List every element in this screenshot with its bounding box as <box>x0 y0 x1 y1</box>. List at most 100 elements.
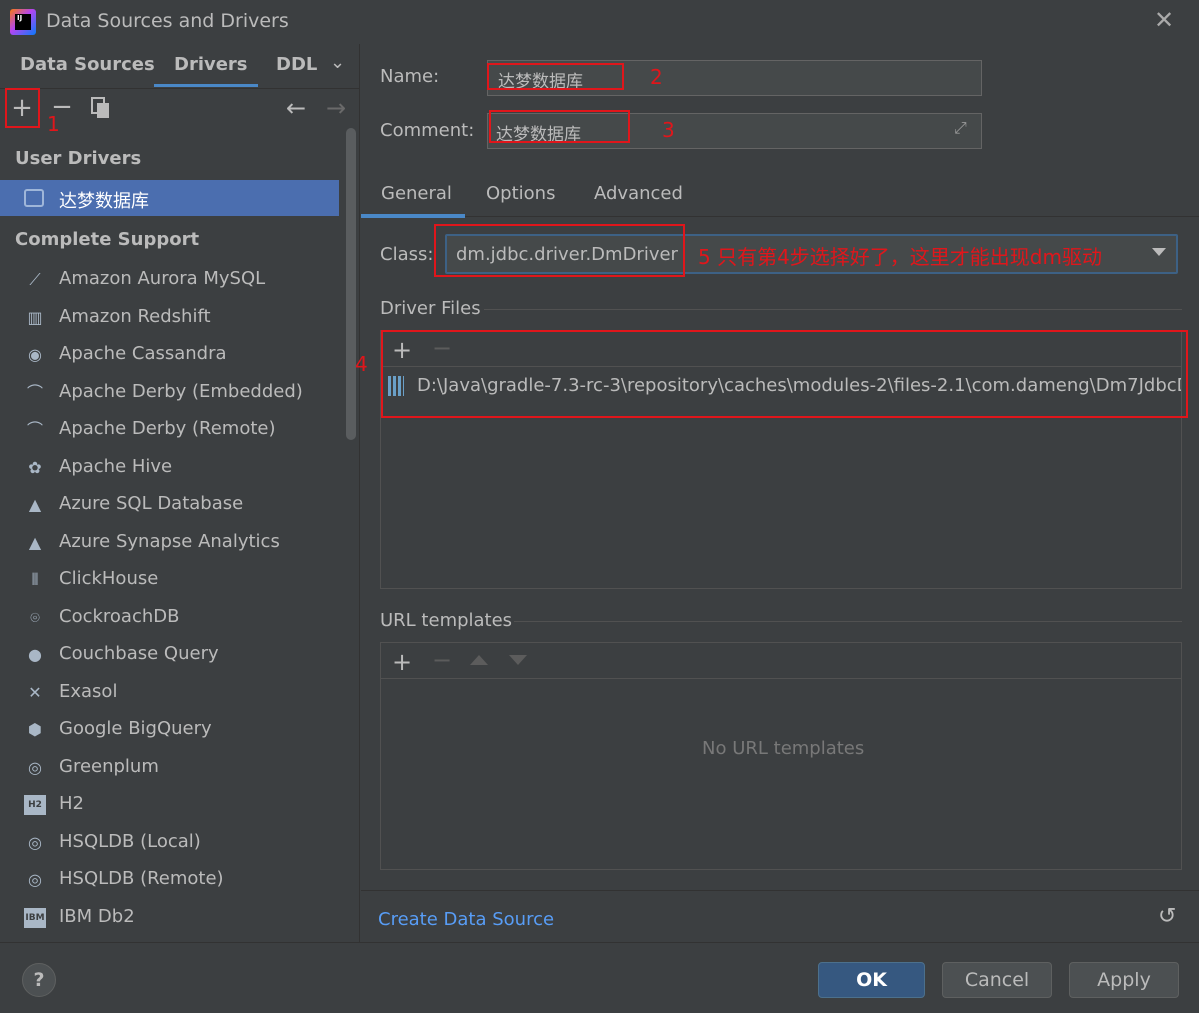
driver-item-label: Couchbase Query <box>59 643 219 664</box>
left-panel: Data Sources Drivers DDL ⌄ + 1 − ← → Use… <box>0 44 360 942</box>
tab-data-sources[interactable]: Data Sources <box>20 54 155 86</box>
driver-item[interactable]: IBM IBM Db2 <box>0 900 340 936</box>
greenplum-icon: ◎ <box>28 757 42 777</box>
annotation-5: 5 只有第4步选择好了，这里才能出现dm驱动 <box>698 245 1102 269</box>
driver-item-label: Amazon Redshift <box>59 305 211 327</box>
cassandra-icon: ◉ <box>28 345 42 364</box>
chevron-down-icon[interactable]: ⌄ <box>330 52 345 73</box>
window-title: Data Sources and Drivers <box>46 10 289 32</box>
annotation-box-3 <box>489 110 630 143</box>
back-arrow-icon[interactable]: ← <box>286 94 306 122</box>
driver-item-label: Google BigQuery <box>59 718 212 739</box>
cancel-button[interactable]: Cancel <box>942 962 1052 998</box>
move-up-icon[interactable] <box>470 655 488 665</box>
tab-drivers[interactable]: Drivers <box>174 54 248 86</box>
ok-button[interactable]: OK <box>818 962 925 998</box>
move-down-icon[interactable] <box>509 655 527 665</box>
driver-item-label: 达梦数据库 <box>59 191 149 212</box>
url-templates-title: URL templates <box>380 610 513 631</box>
derby-icon: ⌒ <box>26 382 43 402</box>
divider <box>0 88 360 89</box>
database-icon <box>24 189 44 207</box>
hive-icon: ✿ <box>28 457 42 477</box>
driver-item-label: Apache Hive <box>59 455 173 477</box>
name-label: Name: <box>380 66 440 87</box>
hsqldb-icon: ◎ <box>28 832 42 852</box>
annotation-2: 2 <box>650 65 663 89</box>
driver-item[interactable]: ✿ Apache Hive <box>0 450 340 486</box>
driver-item[interactable]: ◉ Apache Cassandra <box>0 337 340 373</box>
remove-driver-button[interactable]: − <box>50 94 74 122</box>
expand-icon[interactable]: ⤢ <box>954 118 967 138</box>
driver-item[interactable]: ▲ Azure Synapse Analytics <box>0 525 340 561</box>
driver-item[interactable]: ◎ Greenplum <box>0 750 340 786</box>
chevron-down-icon[interactable] <box>1152 248 1166 256</box>
tab-general[interactable]: General <box>381 183 452 204</box>
group-divider <box>484 309 1182 310</box>
intellij-logo-icon: IJ <box>10 9 36 35</box>
remove-url-button[interactable]: − <box>432 646 452 674</box>
driver-item[interactable]: ▥ Amazon Redshift <box>0 300 340 336</box>
driver-item-label: CockroachDB <box>59 605 180 627</box>
driver-item-label: Exasol <box>59 680 118 702</box>
driver-files-title: Driver Files <box>380 298 481 319</box>
class-label: Class: <box>380 244 434 265</box>
close-icon[interactable]: ✕ <box>1152 8 1176 32</box>
driver-item[interactable]: ✕ Exasol <box>0 675 340 711</box>
driver-item[interactable]: ⌒ Apache Derby (Remote) <box>0 412 340 448</box>
driver-item[interactable]: ⬢ Google BigQuery <box>0 712 340 748</box>
bigquery-icon: ⬢ <box>28 720 42 739</box>
driver-item[interactable]: H2 H2 <box>0 787 340 823</box>
driver-item-label: H2 <box>59 793 84 814</box>
driver-item-label: Greenplum <box>59 755 159 777</box>
toolbar-divider <box>381 678 1181 679</box>
driver-item[interactable]: ◎ HSQLDB (Local) <box>0 825 340 861</box>
duplicate-icon[interactable] <box>90 96 112 120</box>
tab-options[interactable]: Options <box>486 183 555 204</box>
driver-item-label: Azure SQL Database <box>59 493 244 514</box>
section-complete-support: Complete Support <box>15 229 200 250</box>
tab-advanced[interactable]: Advanced <box>594 183 683 204</box>
azure-icon: ▲ <box>28 532 42 552</box>
help-button[interactable]: ? <box>22 963 56 997</box>
aurora-icon: ⟋ <box>29 270 41 289</box>
annotation-box-4 <box>381 330 1188 418</box>
tab-active-indicator <box>361 214 465 218</box>
annotation-box-class <box>434 224 685 277</box>
driver-item[interactable]: ◎ HSQLDB (Remote) <box>0 862 340 898</box>
annotation-3: 3 <box>662 118 675 142</box>
forward-arrow-icon[interactable]: → <box>326 94 346 122</box>
driver-item-label: HSQLDB (Remote) <box>59 868 224 889</box>
driver-item-label: Apache Derby (Embedded) <box>59 380 303 402</box>
driver-item-label: Apache Cassandra <box>59 343 227 364</box>
azure-icon: ▲ <box>28 495 42 514</box>
annotation-box-1 <box>5 88 40 128</box>
driver-item-label: Apache Derby (Remote) <box>59 418 276 439</box>
exasol-icon: ✕ <box>28 682 42 702</box>
scrollbar[interactable] <box>346 128 356 440</box>
create-data-source-link[interactable]: Create Data Source <box>378 909 554 930</box>
comment-label: Comment: <box>380 120 475 141</box>
add-url-button[interactable]: + <box>392 648 412 676</box>
annotation-4: 4 <box>355 352 368 376</box>
h2-icon: H2 <box>24 795 46 815</box>
tabs-divider <box>361 216 1199 217</box>
cockroach-icon: ⌾ <box>30 607 40 627</box>
driver-item[interactable]: ⦀ ClickHouse <box>0 562 340 598</box>
group-divider <box>514 621 1182 622</box>
tab-ddl[interactable]: DDL <box>276 54 317 86</box>
driver-item[interactable]: ⟋ Amazon Aurora MySQL <box>0 262 340 298</box>
driver-item-selected[interactable] <box>0 180 339 216</box>
apply-button[interactable]: Apply <box>1069 962 1179 998</box>
db2-icon: IBM <box>24 907 46 928</box>
revert-icon[interactable]: ↺ <box>1158 904 1176 929</box>
couchbase-icon: ● <box>28 645 42 664</box>
empty-state-text: No URL templates <box>702 738 865 759</box>
driver-item[interactable]: ● Couchbase Query <box>0 637 340 673</box>
driver-item[interactable]: ⌒ Apache Derby (Embedded) <box>0 375 340 411</box>
driver-item-label: HSQLDB (Local) <box>59 830 201 852</box>
annotation-box-2 <box>487 63 624 90</box>
driver-item-label: IBM Db2 <box>59 905 135 927</box>
driver-item[interactable]: ▲ Azure SQL Database <box>0 487 340 523</box>
driver-item[interactable]: ⌾ CockroachDB <box>0 600 340 636</box>
